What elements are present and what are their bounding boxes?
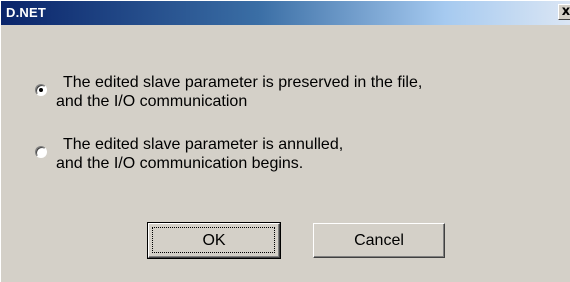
option-annul-label[interactable]: The edited slave parameter is annulled, … (56, 135, 344, 173)
window-title: D.NET (6, 5, 46, 20)
option-annul-line2: and the I/O communication begins. (56, 155, 304, 172)
ok-button[interactable]: OK (147, 222, 281, 259)
option-preserve-line1: The edited slave parameter is preserved … (63, 74, 423, 91)
close-button[interactable]: x (558, 4, 570, 20)
cancel-button[interactable]: Cancel (313, 223, 445, 258)
dnet-dialog: D.NET x The edited slave parameter is pr… (0, 0, 570, 282)
title-bar[interactable]: D.NET x (1, 1, 570, 25)
option-preserve-line2: and the I/O communication (56, 93, 248, 110)
ok-button-label: OK (202, 232, 226, 249)
radio-annul[interactable] (35, 146, 47, 158)
radio-selected-dot (39, 88, 43, 92)
radio-preserve[interactable] (35, 84, 47, 96)
cancel-button-label: Cancel (354, 232, 404, 249)
option-annul-line1: The edited slave parameter is annulled, (63, 136, 344, 153)
close-icon: x (561, 4, 570, 19)
option-preserve-label[interactable]: The edited slave parameter is preserved … (56, 73, 423, 111)
